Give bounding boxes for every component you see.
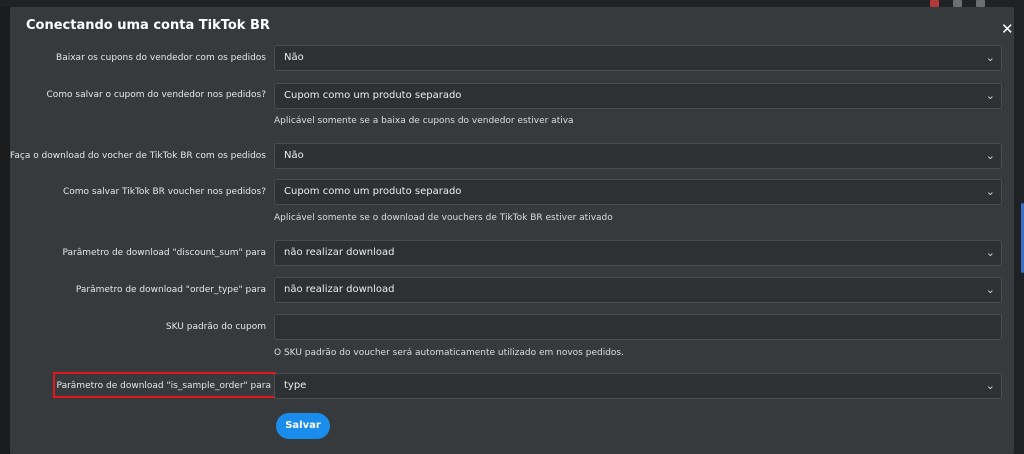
app-icon[interactable] xyxy=(930,0,939,7)
field-label: SKU padrão do cupom xyxy=(165,322,266,332)
select-value: type xyxy=(284,380,307,391)
field-label: Parâmetro de download "order_type" para xyxy=(75,285,266,295)
field-label: Parâmetro de download "is_sample_order" … xyxy=(56,381,271,391)
chevron-down-icon: ⌄ xyxy=(985,283,995,296)
save-button[interactable]: Salvar xyxy=(276,413,330,439)
is-sample-order-select[interactable]: type ⌄ xyxy=(274,373,1002,399)
close-icon[interactable]: ✕ xyxy=(1001,22,1014,37)
select-value: Cupom como um produto separado xyxy=(284,90,462,101)
chevron-down-icon: ⌄ xyxy=(985,185,995,198)
field-label: Baixar os cupons do vendedor com os pedi… xyxy=(56,53,266,63)
field-help: O SKU padrão do voucher será automaticam… xyxy=(274,348,624,358)
field-label: Parâmetro de download "discount_sum" par… xyxy=(62,248,266,258)
default-coupon-sku-input[interactable] xyxy=(274,314,1002,340)
field-help: Aplicável somente se o download de vouch… xyxy=(274,213,613,223)
discount-sum-select[interactable]: não realizar download ⌄ xyxy=(274,240,1002,266)
select-value: não realizar download xyxy=(284,247,395,258)
select-value: não realizar download xyxy=(284,284,395,295)
select-value: Cupom como um produto separado xyxy=(284,186,462,197)
field-label: Como salvar TikTok BR voucher nos pedido… xyxy=(63,187,266,197)
select-value: Não xyxy=(284,52,304,63)
connect-account-dialog: Conectando uma conta TikTok BR ✕ Baixar … xyxy=(10,7,1014,454)
voucher-save-select[interactable]: Cupom como um produto separado ⌄ xyxy=(274,179,1002,205)
chevron-down-icon: ⌄ xyxy=(985,379,995,392)
field-label: Como salvar o cupom do vendedor nos pedi… xyxy=(46,90,267,100)
app-icon[interactable] xyxy=(953,0,962,7)
field-label: Faça o download do vocher de TikTok BR c… xyxy=(10,151,266,161)
download-voucher-select[interactable]: Não ⌄ xyxy=(274,143,1002,169)
browser-top-strip xyxy=(0,0,1024,7)
seller-coupon-save-select[interactable]: Cupom como um produto separado ⌄ xyxy=(274,83,1002,109)
order-type-select[interactable]: não realizar download ⌄ xyxy=(274,277,1002,303)
select-value: Não xyxy=(284,150,304,161)
background-right xyxy=(1014,7,1024,454)
app-icon[interactable] xyxy=(976,0,985,7)
download-seller-coupons-select[interactable]: Não ⌄ xyxy=(274,45,1002,71)
field-help: Aplicável somente se a baixa de cupons d… xyxy=(274,116,574,126)
top-toolbar-icons xyxy=(930,0,985,7)
dialog-title: Conectando uma conta TikTok BR xyxy=(26,18,270,33)
chevron-down-icon: ⌄ xyxy=(985,51,995,64)
chevron-down-icon: ⌄ xyxy=(985,246,995,259)
background-left xyxy=(0,7,10,454)
chevron-down-icon: ⌄ xyxy=(985,89,995,102)
chevron-down-icon: ⌄ xyxy=(985,149,995,162)
